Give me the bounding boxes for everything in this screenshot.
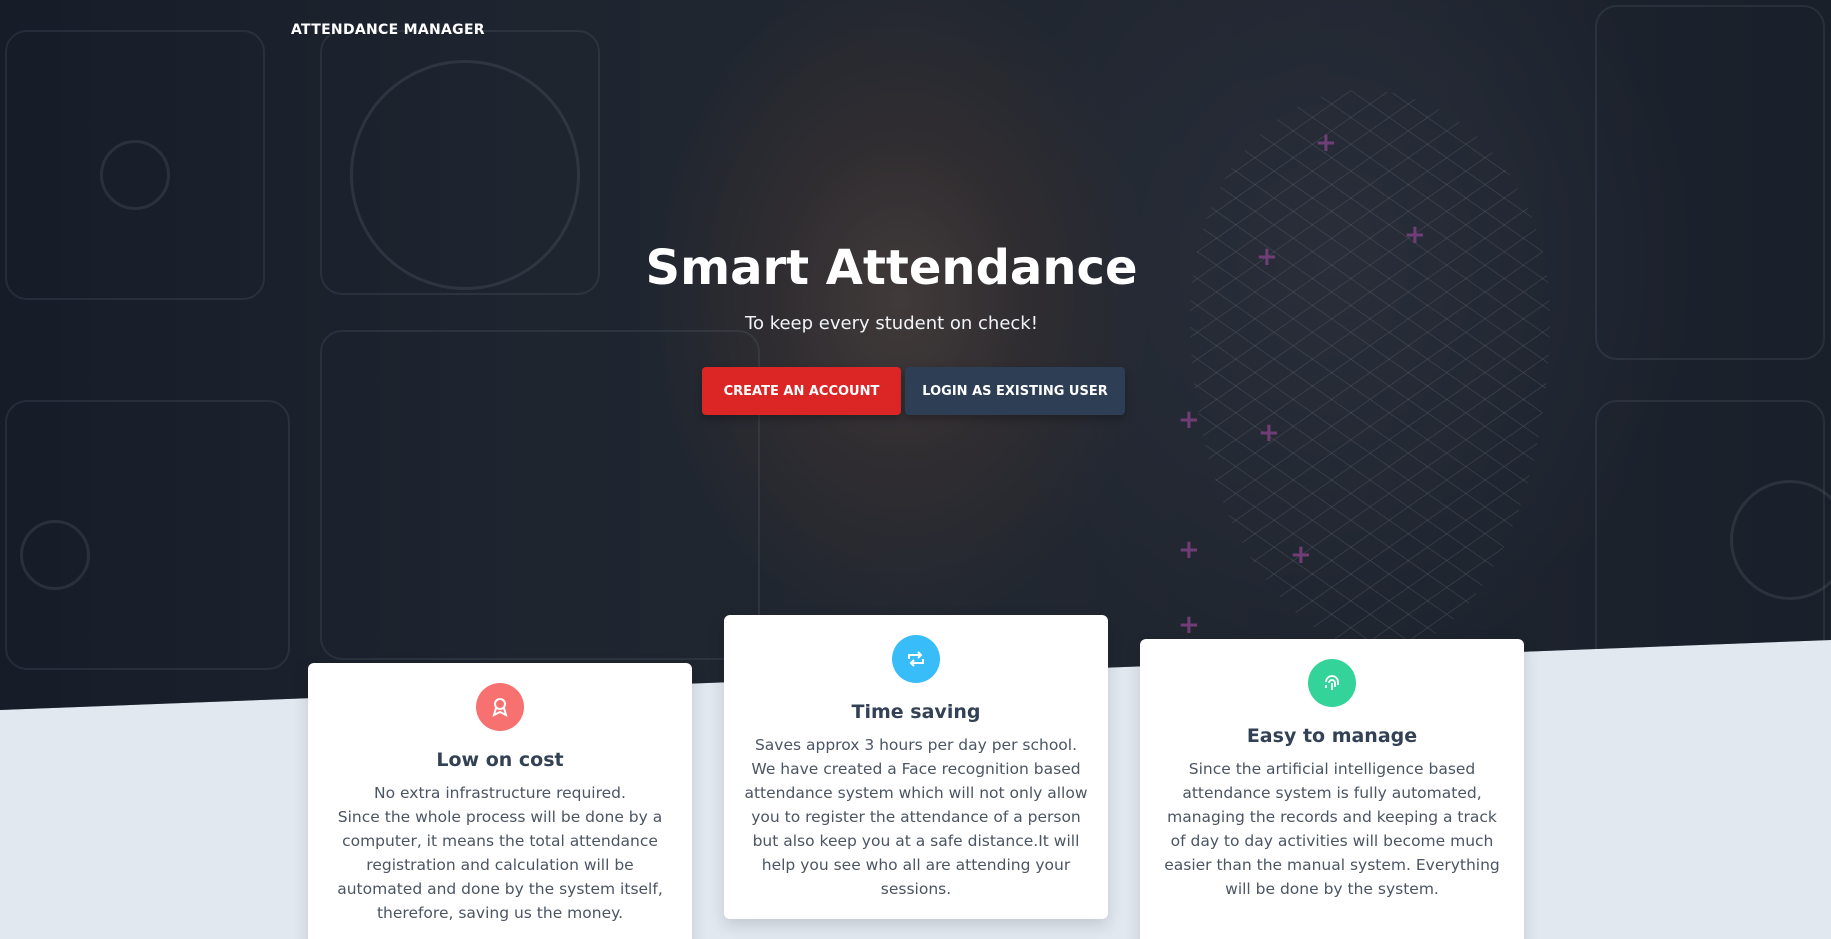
- feature-title: Time saving: [851, 701, 981, 723]
- feature-description: Saves approx 3 hours per day per school.…: [744, 736, 1088, 898]
- login-existing-user-button[interactable]: LOGIN AS EXISTING USER: [905, 367, 1125, 415]
- award-icon: [476, 683, 524, 731]
- hero-subtitle: To keep every student on check!: [745, 313, 1038, 334]
- feature-title: Easy to manage: [1246, 725, 1418, 747]
- feature-title: Low on cost: [436, 749, 564, 771]
- retweet-icon: [892, 635, 940, 683]
- feature-card-low-cost: Low on cost No extra infrastructure requ…: [308, 663, 692, 939]
- feature-description: Since the artificial intelligence based …: [1164, 760, 1500, 898]
- hero-title: Smart Attendance: [645, 240, 1138, 296]
- feature-description: No extra infrastructure required. Since …: [337, 784, 663, 922]
- create-account-button[interactable]: CREATE AN ACCOUNT: [702, 367, 901, 415]
- feature-card-time-saving: Time saving Saves approx 3 hours per day…: [724, 615, 1108, 919]
- hero-overlay: [0, 0, 1831, 710]
- hero-section: + + + + + + + +: [0, 0, 1831, 710]
- fingerprint-icon: [1308, 659, 1356, 707]
- brand-link[interactable]: ATTENDANCE MANAGER: [291, 22, 485, 38]
- feature-card-easy-manage: Easy to manage Since the artificial inte…: [1140, 639, 1524, 939]
